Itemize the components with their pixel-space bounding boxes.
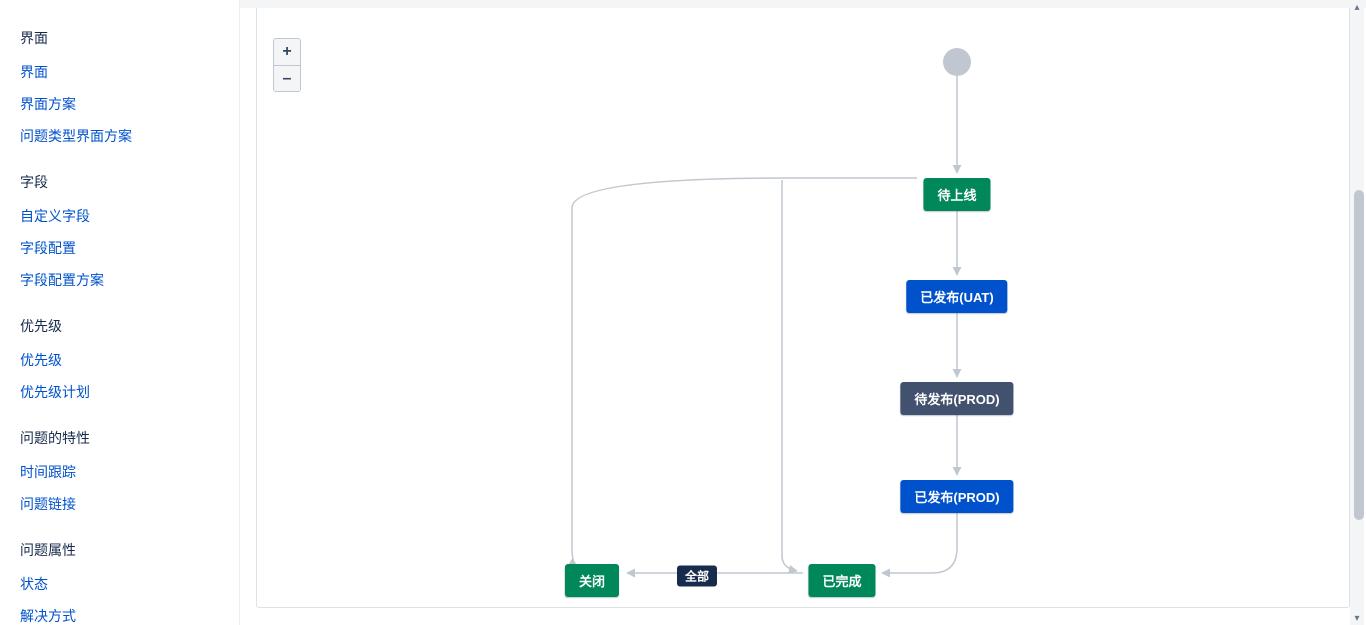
sidebar-item-field-config[interactable]: 字段配置 xyxy=(20,232,239,264)
status-node-pending-release-prod[interactable]: 待发布(PROD) xyxy=(900,382,1013,415)
workflow-canvas[interactable]: + – xyxy=(256,8,1350,608)
status-node-released-uat[interactable]: 已发布(UAT) xyxy=(906,280,1007,313)
sidebar-heading: 问题的特性 xyxy=(20,424,239,452)
workflow-diagram: 待上线 已发布(UAT) 待发布(PROD) 已发布(PROD) 已完成 关闭 xyxy=(257,8,1349,607)
zoom-in-button[interactable]: + xyxy=(274,39,300,65)
node-label: 已完成 xyxy=(822,574,861,589)
sidebar-heading: 问题属性 xyxy=(20,536,239,564)
status-node-pending-online[interactable]: 待上线 xyxy=(923,178,990,211)
sidebar-group: 问题的特性 时间跟踪 问题链接 xyxy=(20,424,239,520)
node-label: 待上线 xyxy=(937,188,976,203)
transition-text: 全部 xyxy=(685,570,709,584)
sidebar-item-statuses[interactable]: 状态 xyxy=(20,568,239,600)
workflow-edges xyxy=(257,8,1349,607)
zoom-controls: + – xyxy=(273,38,301,92)
sidebar-group: 界面 界面 界面方案 问题类型界面方案 xyxy=(20,24,239,152)
node-label: 已发布(UAT) xyxy=(920,290,993,305)
sidebar-item-priorities[interactable]: 优先级 xyxy=(20,344,239,376)
sidebar-item-priority-schemes[interactable]: 优先级计划 xyxy=(20,376,239,408)
sidebar-item-resolutions[interactable]: 解决方式 xyxy=(20,600,239,625)
sidebar-item-custom-fields[interactable]: 自定义字段 xyxy=(20,200,239,232)
sidebar-item-time-tracking[interactable]: 时间跟踪 xyxy=(20,456,239,488)
status-node-closed[interactable]: 关闭 xyxy=(565,564,619,597)
zoom-out-button[interactable]: – xyxy=(274,65,300,91)
sidebar-heading: 界面 xyxy=(20,24,239,52)
sidebar-item-screens[interactable]: 界面 xyxy=(20,56,239,88)
sidebar-group: 优先级 优先级 优先级计划 xyxy=(20,312,239,408)
sidebar-item-issue-type-screen-schemes[interactable]: 问题类型界面方案 xyxy=(20,120,239,152)
scroll-up-arrow[interactable]: ▴ xyxy=(1350,0,1364,14)
node-label: 已发布(PROD) xyxy=(914,490,999,505)
panel-top-edge xyxy=(240,0,1366,8)
node-label: 待发布(PROD) xyxy=(914,392,999,407)
status-node-released-prod[interactable]: 已发布(PROD) xyxy=(900,480,1013,513)
node-label: 关闭 xyxy=(579,574,605,589)
admin-sidebar: 界面 界面 界面方案 问题类型界面方案 字段 自定义字段 字段配置 字段配置方案… xyxy=(0,0,240,625)
transition-label-all[interactable]: 全部 xyxy=(677,566,717,587)
sidebar-group: 问题属性 状态 解决方式 xyxy=(20,536,239,625)
status-node-completed[interactable]: 已完成 xyxy=(808,564,875,597)
sidebar-item-screen-schemes[interactable]: 界面方案 xyxy=(20,88,239,120)
scroll-down-arrow[interactable]: ▾ xyxy=(1350,611,1364,625)
sidebar-heading: 优先级 xyxy=(20,312,239,340)
sidebar-item-issue-links[interactable]: 问题链接 xyxy=(20,488,239,520)
workflow-editor: + – xyxy=(240,0,1366,625)
page-scrollbar-thumb[interactable] xyxy=(1354,190,1364,520)
sidebar-heading: 字段 xyxy=(20,168,239,196)
sidebar-item-field-config-schemes[interactable]: 字段配置方案 xyxy=(20,264,239,296)
workflow-start-node[interactable] xyxy=(943,48,971,76)
sidebar-group: 字段 自定义字段 字段配置 字段配置方案 xyxy=(20,168,239,296)
